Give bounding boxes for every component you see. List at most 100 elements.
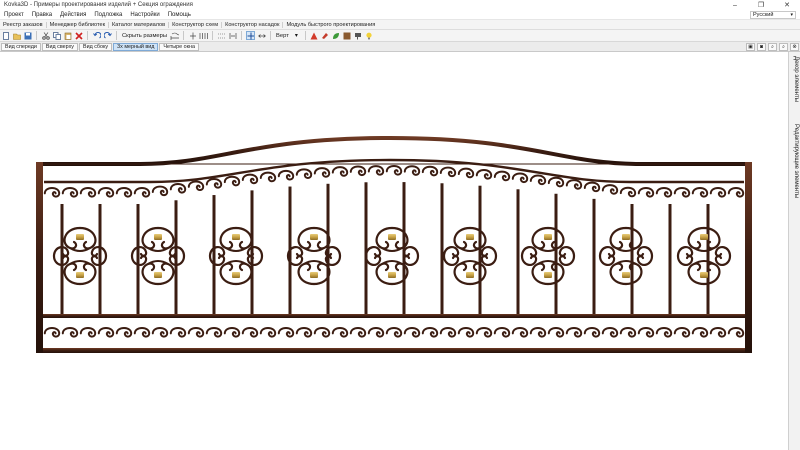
fence-section-render xyxy=(36,135,752,353)
bottom-scroll xyxy=(439,327,457,338)
tab-3d-view[interactable]: 3х мерный вид xyxy=(113,42,159,51)
align-vertical-icon[interactable] xyxy=(188,31,197,40)
menu-project[interactable]: Проект xyxy=(0,12,28,18)
fence-picket xyxy=(630,204,634,314)
leaf-icon[interactable] xyxy=(332,31,341,40)
ornament-medallion xyxy=(676,226,732,286)
bottom-scroll xyxy=(367,327,385,338)
tab-four-windows[interactable]: Четыре окна xyxy=(159,42,200,51)
tab-editing-elements[interactable]: Редактирующие элементы xyxy=(791,124,799,198)
top-scroll xyxy=(223,175,241,187)
new-file-icon[interactable] xyxy=(1,31,10,40)
ext-library-manager[interactable]: Менеджер библиотек xyxy=(47,21,110,28)
top-scroll xyxy=(349,165,367,177)
menu-edit[interactable]: Правка xyxy=(28,12,56,18)
top-scroll xyxy=(583,181,601,193)
fence-picket xyxy=(364,182,368,314)
bottom-scroll xyxy=(583,327,601,338)
top-scroll xyxy=(61,187,79,198)
top-scroll xyxy=(79,187,97,198)
menu-settings[interactable]: Настройки xyxy=(126,12,163,18)
vertical-mode-select[interactable]: Верт xyxy=(274,33,291,39)
fence-picket xyxy=(706,204,710,314)
bottom-scroll xyxy=(79,327,97,338)
ext-tips-constructor[interactable]: Конструктор насадок xyxy=(222,21,284,28)
top-scroll xyxy=(205,178,223,189)
zoom-out-icon[interactable]: ⌕ xyxy=(779,43,788,51)
tab-decor-elements[interactable]: Декор элементы xyxy=(791,56,799,102)
material-icon[interactable] xyxy=(343,31,352,40)
bottom-scroll xyxy=(259,327,277,338)
top-scroll xyxy=(619,186,637,198)
open-folder-icon[interactable] xyxy=(12,31,21,40)
close-icon[interactable]: ✕ xyxy=(774,0,800,10)
screenshot-icon[interactable]: ▣ xyxy=(746,43,755,51)
bottom-scroll xyxy=(727,327,745,338)
zoom-in-icon[interactable]: ⌕ xyxy=(768,43,777,51)
menu-actions[interactable]: Действия xyxy=(56,12,90,18)
copy-icon[interactable] xyxy=(52,31,61,40)
top-scroll xyxy=(439,166,457,178)
align-bars-icon[interactable] xyxy=(199,31,208,40)
triangle-shape-icon[interactable] xyxy=(310,31,319,40)
top-scroll xyxy=(133,187,151,198)
camera-icon[interactable]: ◙ xyxy=(757,43,766,51)
top-scroll xyxy=(493,170,511,182)
chevron-down-icon[interactable]: ▾ xyxy=(292,31,301,40)
ext-materials-catalog[interactable]: Каталог материалов xyxy=(109,21,170,28)
redo-icon[interactable] xyxy=(103,31,112,40)
window-controls: – ❐ ✕ xyxy=(722,0,800,10)
fence-picket xyxy=(478,185,482,314)
top-scroll xyxy=(511,172,529,184)
toolbar-separator xyxy=(116,31,117,40)
bottom-scroll xyxy=(223,327,241,338)
menu-underlay[interactable]: Подложка xyxy=(90,12,126,18)
ext-scheme-constructor[interactable]: Конструктор схем xyxy=(169,21,223,28)
distribute-icon[interactable] xyxy=(217,31,227,40)
bottom-scroll xyxy=(421,327,439,338)
ext-quick-design-module[interactable]: Модуль быстрого проектирования xyxy=(283,22,378,28)
fence-picket xyxy=(212,195,216,314)
toolbar-separator xyxy=(183,31,185,40)
ornament-medallion xyxy=(364,226,420,286)
top-scroll xyxy=(43,187,61,198)
pin-icon[interactable]: ⊗ xyxy=(790,43,799,51)
ornament-medallion xyxy=(598,226,654,286)
resize-horizontal-icon[interactable] xyxy=(257,31,266,40)
top-scroll xyxy=(151,185,169,197)
spacing-icon[interactable] xyxy=(228,31,237,40)
bottom-scroll xyxy=(295,327,313,338)
top-scroll xyxy=(331,166,349,177)
paint-icon[interactable] xyxy=(354,31,363,40)
minimize-icon[interactable]: – xyxy=(722,0,748,10)
maximize-icon[interactable]: ❐ xyxy=(748,0,774,10)
tab-top-view[interactable]: Вид сверху xyxy=(41,42,78,51)
chevron-down-icon: ▾ xyxy=(790,12,793,18)
cut-icon[interactable] xyxy=(41,31,50,40)
bottom-scroll xyxy=(115,327,133,338)
delete-icon[interactable] xyxy=(74,31,83,40)
hide-sizes-button[interactable]: Скрыть размеры xyxy=(120,33,169,39)
color-fill-icon[interactable] xyxy=(321,31,330,40)
menu-help[interactable]: Помощь xyxy=(164,12,195,18)
move-icon[interactable] xyxy=(246,31,256,40)
undo-icon[interactable] xyxy=(92,31,101,40)
viewport-3d[interactable] xyxy=(0,52,788,450)
fence-picket xyxy=(668,204,672,314)
bottom-scroll xyxy=(529,327,547,338)
tab-side-view[interactable]: Вид сбоку xyxy=(78,42,113,51)
bottom-scroll xyxy=(97,327,115,338)
top-scroll xyxy=(565,179,583,190)
tab-front-view[interactable]: Вид спереди xyxy=(1,42,41,51)
ext-orders-registry[interactable]: Реестр заказов xyxy=(0,21,47,28)
lightbulb-icon[interactable] xyxy=(365,31,374,40)
bottom-scroll xyxy=(187,327,205,338)
language-select[interactable]: Русский ▾ xyxy=(750,11,796,19)
save-icon[interactable] xyxy=(23,31,32,40)
dimension-icon[interactable] xyxy=(170,31,180,40)
paste-icon[interactable] xyxy=(63,31,72,40)
top-scroll xyxy=(673,187,691,198)
bottom-scroll xyxy=(43,327,61,338)
top-scroll xyxy=(115,187,133,198)
bottom-scroll xyxy=(349,327,367,338)
